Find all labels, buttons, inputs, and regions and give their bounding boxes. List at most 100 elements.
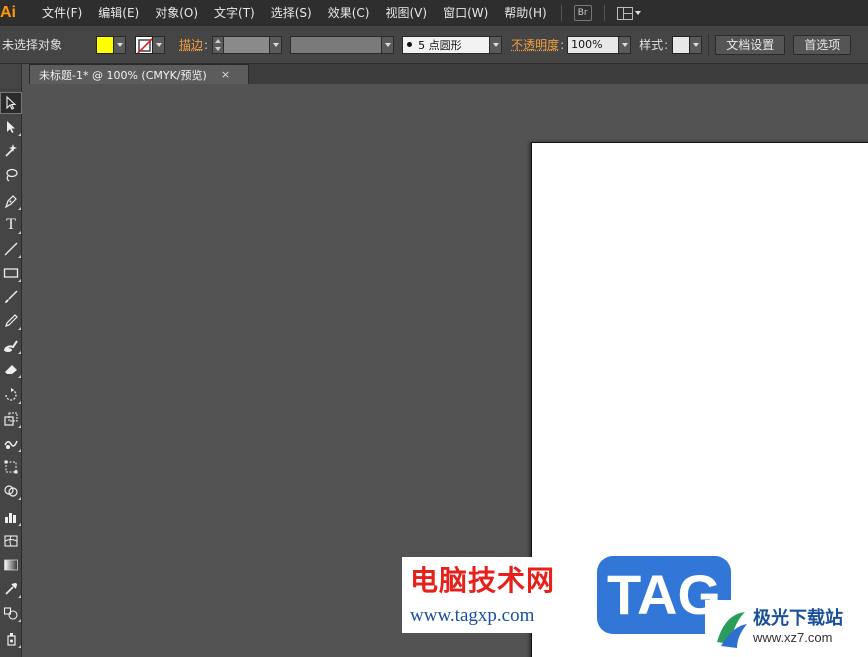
blend-tool[interactable] <box>0 602 22 624</box>
menu-type[interactable]: 文字(T) <box>206 0 263 26</box>
direct-selection-tool[interactable] <box>0 116 22 138</box>
variable-width-control[interactable] <box>290 35 395 54</box>
mesh-icon <box>4 535 18 547</box>
arrange-documents-button[interactable] <box>616 6 641 20</box>
tools-panel: T <box>0 64 22 657</box>
rotate-icon <box>5 388 17 401</box>
pen-icon <box>4 195 17 209</box>
style-swatch[interactable] <box>672 35 691 54</box>
aurora-logo-icon <box>717 612 747 648</box>
stroke-dropdown[interactable] <box>153 35 166 54</box>
direct-selection-arrow-icon <box>7 121 15 133</box>
eraser-icon <box>5 365 17 374</box>
type-tool[interactable]: T <box>0 214 22 236</box>
stroke-label[interactable]: 描边 <box>179 36 203 53</box>
stroke-swatch[interactable] <box>135 35 154 54</box>
shape-builder-tool[interactable] <box>0 480 22 502</box>
variable-width-dropdown[interactable] <box>382 35 395 54</box>
eyedropper-icon <box>5 583 17 595</box>
close-tab-icon[interactable]: × <box>221 68 230 81</box>
document-tab[interactable]: 未标题-1* @ 100% (CMYK/预览) × <box>29 64 249 84</box>
magic-wand-icon <box>5 144 17 157</box>
brush-control[interactable]: 5 点圆形 <box>402 35 503 54</box>
symbol-sprayer-tool[interactable] <box>0 628 22 650</box>
tools-grip[interactable] <box>0 64 21 90</box>
opacity-control[interactable]: 100% <box>567 35 632 54</box>
rotate-tool[interactable] <box>0 384 22 406</box>
fill-dropdown[interactable] <box>114 35 127 54</box>
preferences-button[interactable]: 首选项 <box>793 34 852 55</box>
menu-object[interactable]: 对象(O) <box>147 0 206 26</box>
stroke-weight-dropdown[interactable] <box>270 35 283 54</box>
menu-view[interactable]: 视图(V) <box>377 0 435 26</box>
lasso-icon <box>6 168 18 182</box>
symbol-sprayer-icon <box>7 633 16 646</box>
bridge-button[interactable]: Br <box>573 5 592 21</box>
opacity-dropdown[interactable] <box>619 35 632 54</box>
control-separator <box>708 33 710 56</box>
stroke-weight-control[interactable] <box>212 35 283 54</box>
watermark-site-name: 电脑技术网 <box>410 564 556 597</box>
brush-dot-icon <box>407 42 413 47</box>
opacity-label[interactable]: 不透明度 <box>511 36 559 53</box>
pen-tool[interactable] <box>0 190 22 212</box>
blob-brush-tool[interactable] <box>0 334 22 356</box>
pencil-tool[interactable] <box>0 310 22 332</box>
brush-dropdown[interactable] <box>490 35 503 54</box>
line-segment-tool[interactable] <box>0 238 22 260</box>
column-graph-icon <box>5 513 16 523</box>
warp-tool[interactable] <box>0 432 22 454</box>
style-label: 样式 <box>639 38 664 52</box>
app-logo: Ai <box>0 4 16 21</box>
menu-effect[interactable]: 效果(C) <box>320 0 378 26</box>
magic-wand-tool[interactable] <box>0 140 22 162</box>
document-tab-bar: 未标题-1* @ 100% (CMYK/预览) × <box>29 64 868 84</box>
warp-icon <box>4 440 18 449</box>
stroke-colon: : <box>204 37 209 52</box>
line-icon <box>4 242 18 256</box>
selection-status: 未选择对象 <box>2 38 63 52</box>
mesh-tool[interactable] <box>0 530 22 552</box>
style-control[interactable] <box>672 35 703 54</box>
type-t-icon: T <box>6 216 16 233</box>
graph-tool[interactable] <box>0 506 22 528</box>
watermark-site-box: 电脑技术网 www.tagxp.com <box>402 557 597 633</box>
opacity-colon: : <box>560 37 565 52</box>
selection-tool[interactable] <box>0 92 22 114</box>
fill-control[interactable] <box>96 35 127 54</box>
scale-tool[interactable] <box>0 408 22 430</box>
free-transform-icon <box>4 460 18 474</box>
watermark-partner-box: 极光下载站 www.xz7.com <box>705 600 868 657</box>
watermark-partner-name: 极光下载站 <box>753 608 843 629</box>
stroke-color-control[interactable] <box>135 35 166 54</box>
document-setup-button[interactable]: 文档设置 <box>715 34 786 55</box>
blend-icon <box>3 607 18 620</box>
style-colon: : <box>664 37 669 52</box>
menu-window[interactable]: 窗口(W) <box>435 0 496 26</box>
eyedropper-tool[interactable] <box>0 578 22 600</box>
menu-help[interactable]: 帮助(H) <box>496 0 554 26</box>
variable-width-field[interactable] <box>290 35 383 54</box>
rectangle-tool[interactable] <box>0 262 22 284</box>
eraser-tool[interactable] <box>0 358 22 380</box>
lasso-tool[interactable] <box>0 164 22 186</box>
watermark-partner-url: www.xz7.com <box>753 630 833 645</box>
control-bar: 未选择对象 描边 : 5 点圆形 不透明度: 100% 样式: 文档设置 首… <box>0 26 868 64</box>
pencil-icon <box>5 314 18 327</box>
fill-swatch[interactable] <box>96 35 115 54</box>
brush-field[interactable]: 5 点圆形 <box>402 35 491 54</box>
layout-grid-icon <box>616 6 633 20</box>
gradient-icon <box>4 559 18 571</box>
free-transform-tool[interactable] <box>0 456 22 478</box>
stroke-weight-field[interactable] <box>224 35 271 54</box>
menu-file[interactable]: 文件(F) <box>34 0 90 26</box>
style-dropdown[interactable] <box>690 35 703 54</box>
gradient-tool[interactable] <box>0 554 22 576</box>
menu-separator <box>560 5 562 21</box>
paintbrush-tool[interactable] <box>0 286 22 308</box>
menu-select[interactable]: 选择(S) <box>263 0 320 26</box>
stroke-weight-spinner[interactable] <box>212 35 225 54</box>
blob-brush-icon <box>4 340 18 352</box>
menu-edit[interactable]: 编辑(E) <box>90 0 147 26</box>
opacity-field[interactable]: 100% <box>567 35 620 54</box>
